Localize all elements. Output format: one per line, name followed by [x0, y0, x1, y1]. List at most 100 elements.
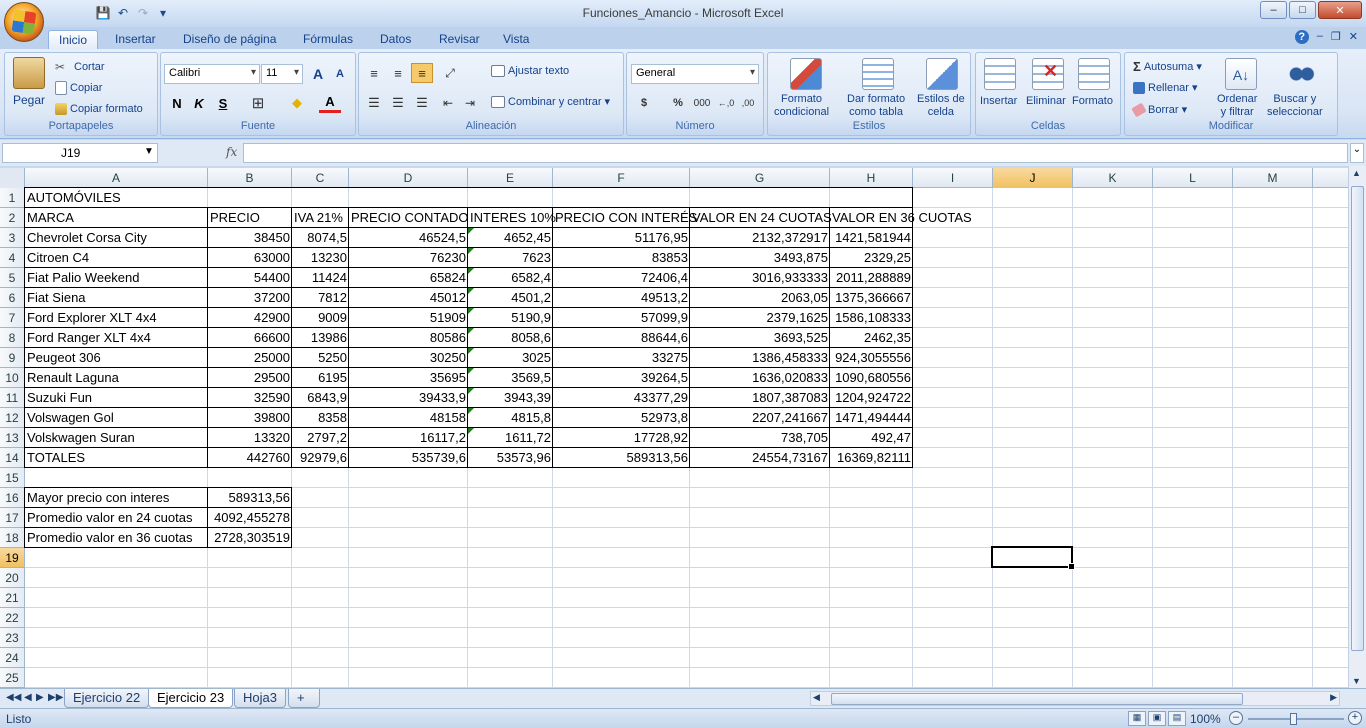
cell-e4[interactable]: 7623	[468, 248, 553, 268]
cell-b5[interactable]: 54400	[208, 268, 292, 288]
help-icon[interactable]: ?	[1294, 30, 1309, 44]
row-header-9[interactable]: 9	[0, 348, 25, 368]
cell-f6[interactable]: 49513,2	[553, 288, 690, 308]
cell-h3[interactable]: 1421,581944	[830, 228, 913, 248]
cell-d6[interactable]: 45012	[349, 288, 468, 308]
vertical-scrollbar[interactable]: ▲ ▼	[1348, 166, 1366, 688]
insert-function-icon[interactable]: fx	[226, 145, 237, 159]
cell-a5[interactable]: Fiat Palio Weekend	[25, 268, 208, 288]
cell-e12[interactable]: 4815,8	[468, 408, 553, 428]
cell-g11[interactable]: 1807,387083	[690, 388, 830, 408]
borrar-button[interactable]: Borrar ▾	[1131, 102, 1187, 117]
horizontal-scrollbar[interactable]: ◀ ▶	[810, 691, 1340, 706]
estilos-celda-button[interactable]: Estilos de celda	[917, 93, 965, 119]
row-header-16[interactable]: 16	[0, 488, 25, 508]
cell-d10[interactable]: 35695	[349, 368, 468, 388]
cell-c11[interactable]: 6843,9	[292, 388, 349, 408]
align-top-icon[interactable]: ≡	[363, 63, 385, 83]
row-header-4[interactable]: 4	[0, 248, 25, 268]
sheet-tab-hoja3[interactable]: Hoja3	[234, 689, 286, 708]
cell-a16[interactable]: Mayor precio con interes	[25, 488, 208, 508]
row-header-24[interactable]: 24	[0, 648, 25, 668]
cell-f10[interactable]: 39264,5	[553, 368, 690, 388]
column-header-h[interactable]: H	[830, 168, 913, 188]
cell-g6[interactable]: 2063,05	[690, 288, 830, 308]
cell-d4[interactable]: 76230	[349, 248, 468, 268]
column-header-g[interactable]: G	[690, 168, 830, 188]
tab-diseno[interactable]: Diseño de página	[173, 30, 286, 49]
page-break-view-icon[interactable]: ▤	[1168, 711, 1186, 726]
cell-h13[interactable]: 492,47	[830, 428, 913, 448]
row-header-19[interactable]: 19	[0, 548, 25, 568]
name-box-dropdown-icon[interactable]: ▼	[144, 146, 154, 157]
cell-a13[interactable]: Volskwagen Suran	[25, 428, 208, 448]
align-bottom-icon[interactable]: ≡	[411, 63, 433, 83]
column-header-j[interactable]: J	[993, 168, 1073, 188]
row-header-25[interactable]: 25	[0, 668, 25, 688]
cell-f14[interactable]: 589313,56	[553, 448, 690, 468]
cell-d7[interactable]: 51909	[349, 308, 468, 328]
cell-c13[interactable]: 2797,2	[292, 428, 349, 448]
cell-e11[interactable]: 3943,39	[468, 388, 553, 408]
cell-g7[interactable]: 2379,1625	[690, 308, 830, 328]
font-name-select[interactable]: Calibri	[164, 64, 260, 84]
bold-button[interactable]: N	[166, 93, 188, 113]
last-sheet-icon[interactable]: ▶▶	[48, 692, 63, 703]
row-header-18[interactable]: 18	[0, 528, 25, 548]
cell-f13[interactable]: 17728,92	[553, 428, 690, 448]
align-center-icon[interactable]: ☰	[387, 93, 409, 113]
dar-formato-tabla-button[interactable]: Dar formato como tabla	[847, 93, 905, 119]
sheet-tab-ejercicio-22[interactable]: Ejercicio 22	[64, 689, 150, 708]
scroll-down-icon[interactable]: ▼	[1352, 676, 1361, 686]
row-header-10[interactable]: 10	[0, 368, 25, 388]
scroll-right-icon[interactable]: ▶	[1330, 692, 1337, 703]
cell-f7[interactable]: 57099,9	[553, 308, 690, 328]
border-button[interactable]: ⊞	[247, 93, 269, 113]
close-button[interactable]: ✕	[1318, 1, 1362, 19]
row-header-7[interactable]: 7	[0, 308, 25, 328]
number-format-select[interactable]: General	[631, 64, 759, 84]
rellenar-button[interactable]: Rellenar ▾	[1133, 81, 1198, 94]
ajustar-texto-button[interactable]: Ajustar texto	[491, 65, 569, 77]
cell-b2[interactable]: PRECIO	[208, 208, 292, 228]
workbook-restore-button[interactable]: ❐	[1331, 30, 1341, 44]
align-middle-icon[interactable]: ≡	[387, 63, 409, 83]
cell-e2[interactable]: INTERES 10%	[468, 208, 556, 228]
insert-sheet-icon[interactable]: +	[288, 689, 320, 708]
cell-c7[interactable]: 9009	[292, 308, 349, 328]
ordenar-filtrar-button[interactable]: Ordenar y filtrar	[1217, 93, 1257, 119]
cell-e9[interactable]: 3025	[468, 348, 553, 368]
cell-c2[interactable]: IVA 21%	[292, 208, 349, 228]
row-header-21[interactable]: 21	[0, 588, 25, 608]
cell-a10[interactable]: Renault Laguna	[25, 368, 208, 388]
cell-h14[interactable]: 16369,82111	[830, 448, 913, 468]
cell-h2[interactable]: VALOR EN 36 CUOTAS	[830, 208, 972, 228]
office-button[interactable]	[4, 2, 44, 42]
tab-formulas[interactable]: Fórmulas	[293, 30, 363, 49]
maximize-button[interactable]: □	[1289, 1, 1316, 19]
thousands-button[interactable]: 000	[691, 93, 713, 113]
tab-insertar[interactable]: Insertar	[105, 30, 166, 49]
cell-d3[interactable]: 46524,5	[349, 228, 468, 248]
cell-h6[interactable]: 1375,366667	[830, 288, 913, 308]
tab-datos[interactable]: Datos	[370, 30, 421, 49]
buscar-seleccionar-button[interactable]: Buscar y seleccionar	[1267, 93, 1323, 119]
cell-e13[interactable]: 1611,72	[468, 428, 553, 448]
cell-a14[interactable]: TOTALES	[25, 448, 208, 468]
copiar-button[interactable]: Copiar	[55, 81, 102, 95]
font-color-button[interactable]: A	[319, 93, 341, 113]
cell-b17[interactable]: 4092,455278	[208, 508, 292, 528]
column-header-i[interactable]: I	[913, 168, 993, 188]
cell-c8[interactable]: 13986	[292, 328, 349, 348]
orientation-icon[interactable]: ⤢	[439, 63, 461, 83]
row-header-2[interactable]: 2	[0, 208, 25, 228]
cell-h10[interactable]: 1090,680556	[830, 368, 913, 388]
column-header-l[interactable]: L	[1153, 168, 1233, 188]
select-all-corner[interactable]	[0, 168, 25, 188]
workbook-minimize-button[interactable]: –	[1317, 30, 1323, 44]
cell-e3[interactable]: 4652,45	[468, 228, 553, 248]
prev-sheet-icon[interactable]: ◀	[24, 692, 32, 703]
cell-e6[interactable]: 4501,2	[468, 288, 553, 308]
row-header-20[interactable]: 20	[0, 568, 25, 588]
cell-h4[interactable]: 2329,25	[830, 248, 913, 268]
